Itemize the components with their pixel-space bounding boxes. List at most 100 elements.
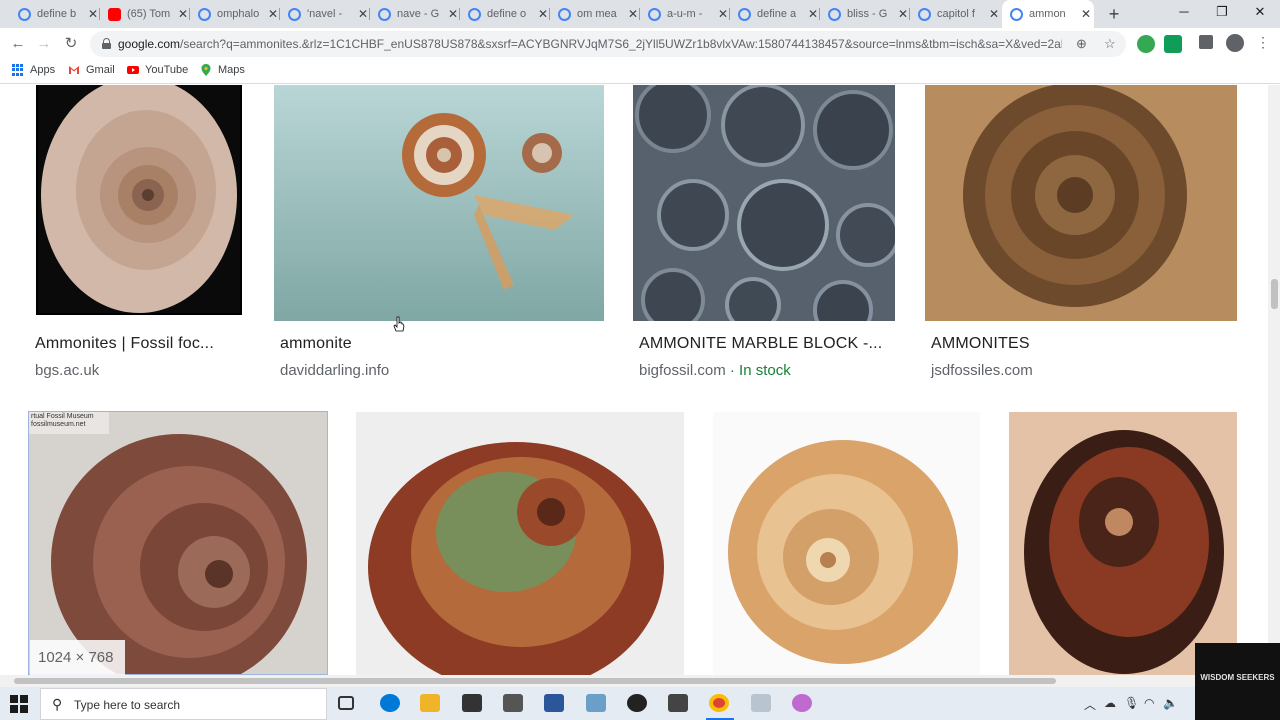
paint-icon[interactable] [751,694,771,712]
horizontal-scrollbar[interactable] [0,675,1268,687]
menu-icon[interactable]: ⋮ [1256,34,1270,51]
close-icon[interactable]: ✕ [718,7,728,21]
tab[interactable]: define a ✕ [730,0,818,28]
task-view-icon[interactable] [338,696,354,710]
back-button[interactable]: ← [8,34,28,54]
minimize-button[interactable]: ─ [1174,4,1194,19]
result-title[interactable]: Ammonites | Fossil foc... [35,335,214,353]
tab[interactable]: 'navel - ✕ [280,0,368,28]
result-image[interactable] [633,85,895,321]
close-icon[interactable]: ✕ [628,7,638,21]
zoom-icon[interactable]: ⊕ [1076,36,1087,52]
file-explorer-icon[interactable] [420,694,440,712]
chevron-up-icon[interactable]: ︿ [1084,696,1096,713]
result-image[interactable] [356,412,684,675]
result-image[interactable] [36,85,242,315]
bookmark-gmail[interactable]: Gmail [68,64,115,76]
gmail-icon [69,66,79,74]
store-icon[interactable] [462,694,482,712]
media-icon[interactable] [1199,35,1213,49]
result-title[interactable]: AMMONITES [931,335,1030,353]
youtube-icon [127,66,139,74]
new-tab-button[interactable]: + [1104,4,1124,25]
tab[interactable]: a-u-m - ✕ [640,0,728,28]
wifi-icon[interactable]: ◠ [1144,696,1154,710]
tab[interactable]: define b ✕ [10,0,98,28]
edge-icon[interactable] [380,694,400,712]
tab[interactable]: nave - G ✕ [370,0,458,28]
reload-button[interactable]: ↻ [61,34,81,54]
google-icon [648,7,661,21]
tab[interactable]: bliss - G ✕ [820,0,908,28]
tab[interactable]: define o ✕ [460,0,548,28]
close-icon[interactable]: ✕ [88,7,98,21]
microphone-icon[interactable]: 🎙 [1124,696,1139,710]
ammonite-image [356,412,684,675]
windows-start-icon[interactable] [10,695,28,713]
result-title[interactable]: AMMONITE MARBLE BLOCK -... [639,335,882,353]
ammonite-image [274,85,604,321]
scrollbar-thumb[interactable] [14,678,1056,684]
extension-icon[interactable] [1164,35,1182,53]
mail-icon[interactable] [503,694,523,712]
result-source[interactable]: bgs.ac.uk [35,362,99,379]
maximize-button[interactable]: ❐ [1212,4,1232,20]
image-results: Ammonites | Fossil foc... bgs.ac.uk ammo… [0,85,1268,675]
star-icon[interactable]: ☆ [1104,36,1116,52]
tab-active[interactable]: ammon ✕ [1002,0,1094,28]
maps-app-icon[interactable] [792,694,812,712]
close-icon[interactable]: ✕ [1081,7,1091,21]
close-icon[interactable]: ✕ [898,7,908,21]
browser-toolbar: ← → ↻ google.com/search?q=ammonites.&rlz… [0,28,1280,60]
extension-icon[interactable] [1137,35,1155,53]
forward-button[interactable]: → [34,34,54,54]
network-icon[interactable]: ☁ [1104,696,1116,710]
google-icon [828,7,841,21]
vertical-scrollbar[interactable] [1268,85,1280,675]
tab[interactable]: capitol f ✕ [910,0,1000,28]
google-icon [558,7,571,21]
tab[interactable]: (65) Tom ✕ [100,0,188,28]
close-icon[interactable]: ✕ [178,7,188,21]
volume-icon[interactable]: 🔈 [1163,696,1178,710]
close-icon[interactable]: ✕ [808,7,818,21]
close-icon[interactable]: ✕ [268,7,278,21]
google-icon [1010,7,1023,21]
result-title[interactable]: ammonite [280,335,352,353]
address-bar[interactable]: google.com/search?q=ammonites.&rlz=1C1CH… [90,31,1126,57]
close-icon[interactable]: ✕ [358,7,368,21]
result-image[interactable] [925,85,1237,321]
app-icon[interactable] [627,694,647,712]
maps-icon [201,64,211,76]
chrome-icon[interactable] [709,694,729,712]
close-icon[interactable]: ✕ [448,7,458,21]
tab[interactable]: om mea ✕ [550,0,638,28]
app-icon[interactable] [586,694,606,712]
ammonite-image [713,412,980,675]
url-text[interactable]: google.com/search?q=ammonites.&rlz=1C1CH… [118,37,1062,51]
ammonite-image [38,85,240,313]
tab[interactable]: omphalo ✕ [190,0,278,28]
ammonite-image [1009,412,1237,675]
result-source[interactable]: daviddarling.info [280,362,389,379]
result-image[interactable] [1009,412,1237,675]
image-dimensions-badge: 1024 × 768 [30,640,125,675]
result-image[interactable] [713,412,980,675]
scrollbar-thumb[interactable] [1271,279,1278,309]
word-icon[interactable] [544,694,564,712]
result-image[interactable] [274,85,604,321]
close-icon[interactable]: ✕ [538,7,548,21]
taskbar-search[interactable]: ⚲ Type here to search [40,688,327,720]
result-source[interactable]: jsdfossiles.com [931,362,1033,379]
video-editor-icon[interactable] [668,694,688,712]
close-window-button[interactable]: ✕ [1250,4,1270,20]
result-source[interactable]: bigfossil.com · In stock [639,362,791,379]
lock-icon [102,38,111,49]
bookmark-youtube[interactable]: YouTube [127,64,188,76]
search-icon: ⚲ [52,696,63,712]
google-icon [738,7,751,21]
close-icon[interactable]: ✕ [989,7,999,21]
profile-avatar-icon[interactable] [1226,34,1244,52]
bookmark-apps[interactable]: Apps [12,64,55,76]
bookmark-maps[interactable]: Maps [200,64,245,76]
